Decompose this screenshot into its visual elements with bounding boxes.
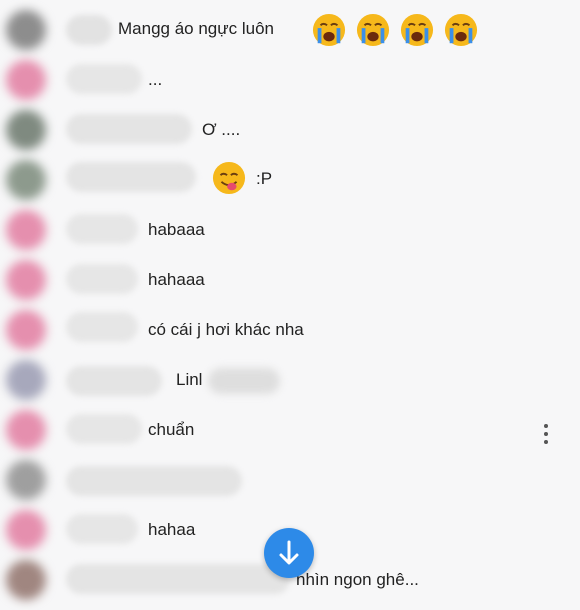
commenter-name[interactable]	[66, 414, 142, 444]
comment-text: nhìn ngon ghê...	[296, 570, 419, 589]
comment-row: habaaa	[0, 206, 580, 254]
commenter-name[interactable]	[66, 264, 138, 294]
arrow-down-icon	[279, 540, 299, 565]
scroll-down-button[interactable]	[264, 528, 314, 578]
avatar[interactable]	[6, 160, 46, 200]
comment-row	[0, 456, 580, 504]
more-options-button[interactable]	[536, 420, 556, 452]
avatar[interactable]	[6, 410, 46, 450]
comment-feed: Mangg áo ngực luôn ... Ơ ....:P habaaa …	[0, 0, 580, 610]
comment-text: hahaaa	[148, 270, 205, 289]
commenter-name[interactable]	[66, 114, 192, 144]
comment-row: hahaaa	[0, 256, 580, 304]
comment-text: có cái j hơi khác nha	[148, 320, 304, 339]
commenter-name[interactable]	[66, 514, 138, 544]
tongue-face-icon	[212, 161, 246, 195]
comment-row: có cái j hơi khác nha	[0, 306, 580, 354]
commenter-name[interactable]	[66, 312, 138, 342]
avatar[interactable]	[6, 310, 46, 350]
comment-text: :P	[256, 169, 273, 188]
commenter-name[interactable]	[66, 64, 142, 94]
comment-row: Linl	[0, 356, 580, 404]
avatar[interactable]	[6, 460, 46, 500]
avatar[interactable]	[6, 360, 46, 400]
commenter-name[interactable]	[66, 564, 290, 594]
avatar[interactable]	[6, 510, 46, 550]
avatar[interactable]	[6, 10, 46, 50]
comment-text: hahaa	[148, 520, 196, 539]
crying-face-icon	[400, 13, 434, 47]
comment-text: habaaa	[148, 220, 205, 239]
comment-text: chuẩn	[148, 420, 195, 439]
comment-text: ...	[148, 70, 163, 89]
more-vertical-icon	[544, 424, 548, 428]
comment-row: Mangg áo ngực luôn	[0, 6, 580, 54]
commenter-name[interactable]	[66, 15, 112, 45]
comment-row: :P	[0, 156, 580, 204]
commenter-name[interactable]	[66, 214, 138, 244]
comment-row: chuẩn	[0, 406, 580, 454]
comment-row: Ơ ....	[0, 106, 580, 154]
comment-text: Ơ ....	[202, 120, 241, 139]
avatar[interactable]	[6, 210, 46, 250]
crying-face-icon	[444, 13, 478, 47]
avatar[interactable]	[6, 60, 46, 100]
more-vertical-icon-dot	[544, 440, 548, 444]
crying-face-icon	[312, 13, 346, 47]
comment-text: Mangg áo ngực luôn	[118, 19, 274, 38]
commenter-name[interactable]	[66, 466, 242, 496]
avatar[interactable]	[6, 110, 46, 150]
redacted-text	[208, 368, 280, 394]
comment-row: ...	[0, 56, 580, 104]
avatar[interactable]	[6, 260, 46, 300]
commenter-name[interactable]	[66, 162, 196, 192]
avatar[interactable]	[6, 560, 46, 600]
crying-face-icon	[356, 13, 390, 47]
more-vertical-icon-dot	[544, 432, 548, 436]
comment-text: Linl	[176, 370, 203, 389]
commenter-name[interactable]	[66, 366, 162, 396]
